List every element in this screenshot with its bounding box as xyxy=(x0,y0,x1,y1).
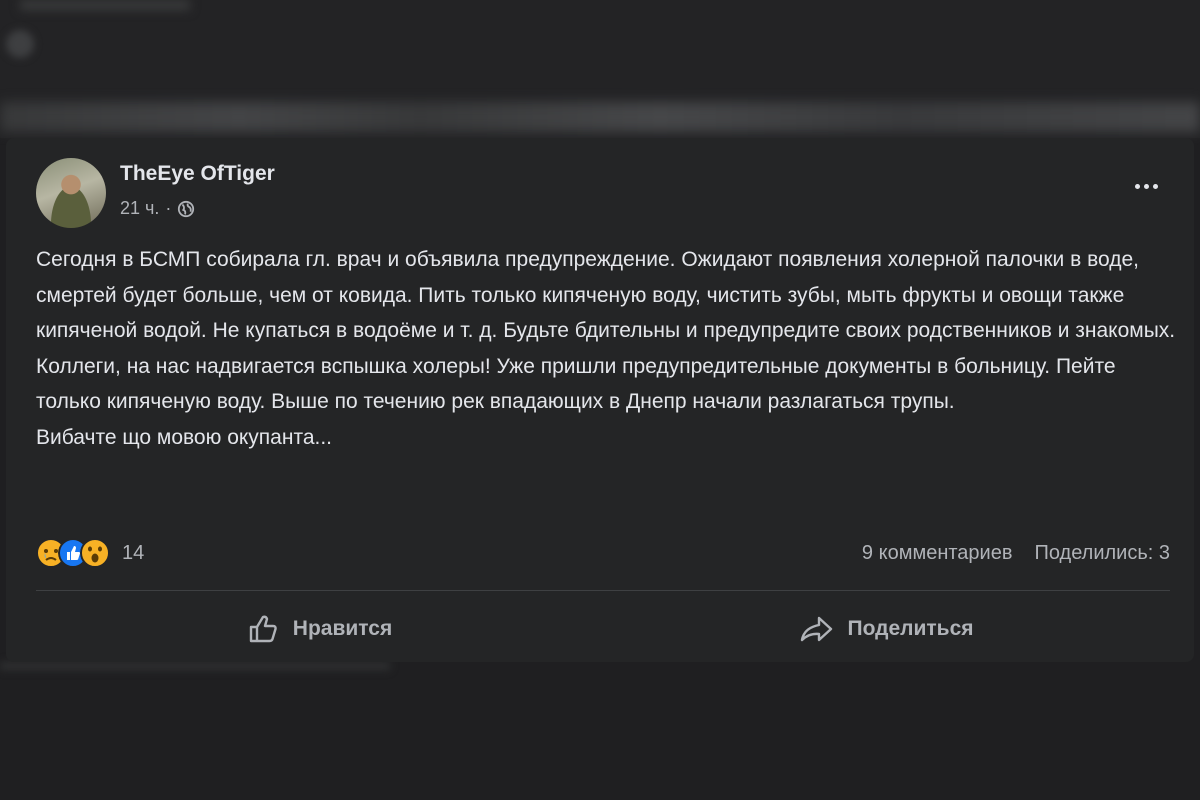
post-time[interactable]: 21 ч. xyxy=(120,198,159,219)
more-options-icon xyxy=(1134,183,1140,189)
post-paragraph: Сегодня в БСМП собирала гл. врач и объяв… xyxy=(36,248,1176,342)
more-dot xyxy=(1152,183,1158,189)
shares-count-link[interactable]: Поделились: 3 xyxy=(1034,542,1170,565)
post-text: Сегодня в БСМП собирала гл. врач и объяв… xyxy=(36,242,1176,455)
post-paragraph: Вибачте що мовою окупанта... xyxy=(36,425,333,449)
author-avatar[interactable] xyxy=(36,158,106,228)
like-label: Нравится xyxy=(292,617,393,640)
more-options-button[interactable] xyxy=(1128,174,1164,198)
post-stats: 9 комментариев Поделились: 3 xyxy=(840,542,1170,565)
reaction-icons xyxy=(36,538,110,568)
actions-divider xyxy=(36,590,1170,591)
comments-count-link[interactable]: 9 комментариев xyxy=(862,542,1013,565)
blurred-icon xyxy=(6,30,34,58)
reaction-count: 14 xyxy=(122,541,145,564)
blurred-text-bottom xyxy=(0,662,390,670)
post-paragraph: Коллеги, на нас надвигается вспышка холе… xyxy=(36,354,1116,414)
post-card: TheEye OfTiger 21 ч. · Сегодня в БСМП со… xyxy=(6,138,1194,662)
thumbs-up-icon xyxy=(249,615,277,643)
blurred-text-top xyxy=(20,0,190,10)
globe-icon xyxy=(178,200,195,217)
page: TheEye OfTiger 21 ч. · Сегодня в БСМП со… xyxy=(0,0,1200,800)
author-name[interactable]: TheEye OfTiger xyxy=(120,162,275,186)
wow-reaction-icon xyxy=(80,538,110,568)
more-dot xyxy=(1143,183,1149,189)
reactions-summary[interactable]: 14 xyxy=(36,538,144,568)
like-button[interactable]: Нравится xyxy=(36,604,603,654)
share-label: Поделиться xyxy=(847,617,974,640)
share-arrow-icon xyxy=(801,616,833,642)
post-meta: 21 ч. · xyxy=(120,198,195,219)
blurred-text-line xyxy=(0,102,1200,132)
share-button[interactable]: Поделиться xyxy=(603,604,1170,654)
meta-separator: · xyxy=(165,198,172,218)
post-actions: Нравится Поделиться xyxy=(36,604,1170,654)
